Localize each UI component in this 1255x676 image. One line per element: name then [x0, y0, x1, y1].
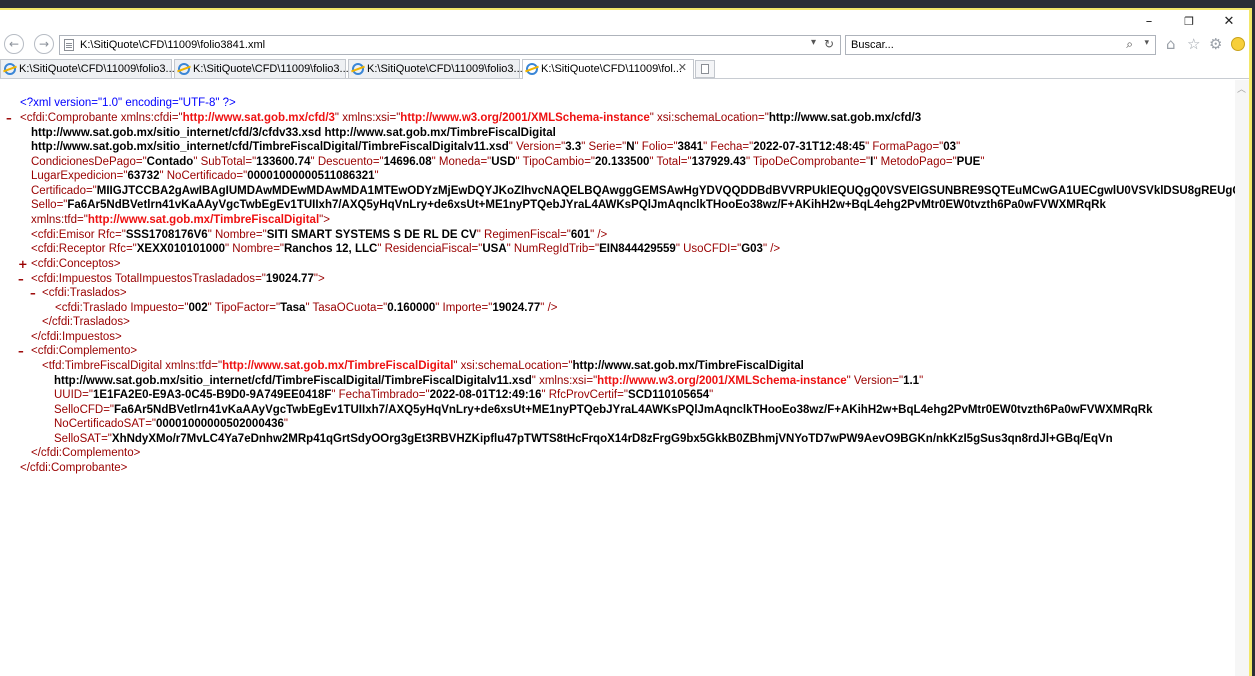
- emisor-element: <cfdi:Emisor Rfc="SSS1708176V6" Nombre="…: [31, 229, 608, 241]
- tab-label: K:\SitiQuote\CFD\11009\folio3...: [193, 63, 349, 75]
- page-icon: [64, 39, 74, 51]
- home-icon[interactable]: ⌂: [1166, 35, 1176, 53]
- ie-page-icon: [4, 63, 16, 75]
- timbre-attrs-line-3: UUID="1E1FA2E0-E9A3-0C45-B9D0-9A749EE041…: [54, 389, 714, 401]
- tab-1[interactable]: K:\SitiQuote\CFD\11009\folio3...: [0, 59, 175, 78]
- ie-page-icon: [352, 63, 364, 75]
- scroll-up-icon[interactable]: ︿: [1237, 82, 1246, 95]
- complemento-close-tag: </cfdi:Complemento>: [31, 447, 141, 459]
- navigation-bar: ← → K:\SitiQuote\CFD\11009\folio3841.xml…: [0, 32, 1249, 58]
- timbre-open-tag: <tfd:TimbreFiscalDigital xmlns:tfd="http…: [42, 360, 804, 372]
- vertical-scrollbar[interactable]: ︿: [1235, 80, 1249, 676]
- collapse-impuestos-toggle[interactable]: –: [18, 272, 24, 287]
- comprobante-attrs-line-5: LugarExpedicion="63732" NoCertificado="0…: [31, 170, 379, 182]
- sello-attr: Sello="Fa6Ar5NdBVetlrn41vKaAAyVgcTwbEgEv…: [31, 199, 1106, 211]
- new-tab-button[interactable]: [695, 60, 715, 78]
- comprobante-attrs-line-4: CondicionesDePago="Contado" SubTotal="13…: [31, 156, 985, 168]
- address-dropdown-icon[interactable]: ▾: [811, 37, 816, 48]
- impuestos-open-tag: <cfdi:Impuestos TotalImpuestosTrasladado…: [31, 273, 325, 285]
- gear-icon[interactable]: ⚙: [1209, 35, 1222, 53]
- browser-window: – ❐ ✕ ← → K:\SitiQuote\CFD\11009\folio38…: [0, 8, 1252, 676]
- traslados-open-tag: <cfdi:Traslados>: [42, 287, 127, 299]
- traslados-close-tag: </cfdi:Traslados>: [42, 316, 130, 328]
- certificado-attr: Certificado="MIIGJTCCBA2gAwIBAgIUMDAwMDE…: [31, 185, 1235, 197]
- timbre-attrs-line-2: http://www.sat.gob.mx/sitio_internet/cfd…: [54, 375, 924, 387]
- collapse-traslados-toggle[interactable]: –: [30, 286, 36, 301]
- tab-label: K:\SitiQuote\CFD\11009\folio3...: [367, 63, 523, 75]
- address-url[interactable]: K:\SitiQuote\CFD\11009\folio3841.xml: [80, 38, 265, 53]
- feedback-smiley-icon[interactable]: [1231, 37, 1245, 51]
- impuestos-close-tag: </cfdi:Impuestos>: [31, 331, 122, 343]
- close-button[interactable]: ✕: [1214, 13, 1244, 31]
- comprobante-open-tag: <cfdi:Comprobante xmlns:cfdi="http://www…: [20, 112, 922, 124]
- comprobante-close-tag: </cfdi:Comprobante>: [20, 462, 128, 474]
- xml-declaration: <?xml version="1.0" encoding="UTF-8" ?>: [20, 97, 236, 109]
- expand-conceptos-toggle[interactable]: +: [18, 257, 28, 272]
- minimize-button[interactable]: –: [1134, 13, 1164, 31]
- schema-location-line-2: http://www.sat.gob.mx/sitio_internet/cfd…: [31, 127, 556, 139]
- refresh-icon[interactable]: ↻: [824, 37, 834, 51]
- forward-button[interactable]: →: [34, 34, 54, 54]
- sello-sat-attr: SelloSAT="XhNdyXMo/r7MvLC4Ya7eDnhw2MRp41…: [54, 433, 1113, 445]
- traslado-element: <cfdi:Traslado Impuesto="002" TipoFactor…: [55, 302, 558, 314]
- address-bar[interactable]: K:\SitiQuote\CFD\11009\folio3841.xml ▾ ↻: [59, 35, 841, 55]
- sello-cfd-attr: SelloCFD="Fa6Ar5NdBVetlrn41vKaAAyVgcTwbE…: [54, 404, 1153, 416]
- tab-bar: K:\SitiQuote\CFD\11009\folio3... K:\Siti…: [0, 59, 1249, 79]
- desktop-top-edge: [0, 0, 1255, 8]
- tab-2[interactable]: K:\SitiQuote\CFD\11009\folio3...: [174, 59, 349, 78]
- collapse-comprobante-toggle[interactable]: –: [6, 111, 12, 126]
- search-dropdown-icon[interactable]: ▾: [1144, 38, 1149, 48]
- back-button[interactable]: ←: [4, 34, 24, 54]
- tab-4-active[interactable]: K:\SitiQuote\CFD\11009\fol... ✕: [522, 59, 694, 79]
- comprobante-attrs-line-3: http://www.sat.gob.mx/sitio_internet/cfd…: [31, 141, 961, 153]
- arrow-right-icon: →: [38, 37, 50, 51]
- conceptos-collapsed-tag: <cfdi:Conceptos>: [31, 258, 121, 270]
- search-input[interactable]: Buscar...: [851, 38, 894, 53]
- no-certificado-sat-attr: NoCertificadoSAT="00001000000502000436": [54, 418, 289, 430]
- favorites-star-icon[interactable]: ☆: [1187, 35, 1200, 53]
- ie-page-icon: [526, 63, 538, 75]
- complemento-open-tag: <cfdi:Complemento>: [31, 345, 138, 357]
- tab-close-icon[interactable]: ✕: [678, 61, 687, 74]
- xml-document-view: <?xml version="1.0" encoding="UTF-8" ?> …: [0, 80, 1235, 676]
- search-icon[interactable]: ⌕: [1126, 37, 1133, 52]
- ie-page-icon: [178, 63, 190, 75]
- tab-3[interactable]: K:\SitiQuote\CFD\11009\folio3...: [348, 59, 523, 78]
- receptor-element: <cfdi:Receptor Rfc="XEXX010101000" Nombr…: [31, 243, 781, 255]
- xmlns-tfd-attr: xmlns:tfd="http://www.sat.gob.mx/TimbreF…: [31, 214, 330, 226]
- tab-label: K:\SitiQuote\CFD\11009\folio3...: [19, 63, 175, 75]
- tab-label: K:\SitiQuote\CFD\11009\fol...: [541, 63, 683, 75]
- maximize-button[interactable]: ❐: [1174, 13, 1204, 31]
- title-bar: – ❐ ✕: [0, 10, 1249, 32]
- collapse-complemento-toggle[interactable]: –: [18, 344, 24, 359]
- search-box[interactable]: Buscar... ⌕ ▾: [845, 35, 1156, 55]
- arrow-left-icon: ←: [8, 37, 20, 51]
